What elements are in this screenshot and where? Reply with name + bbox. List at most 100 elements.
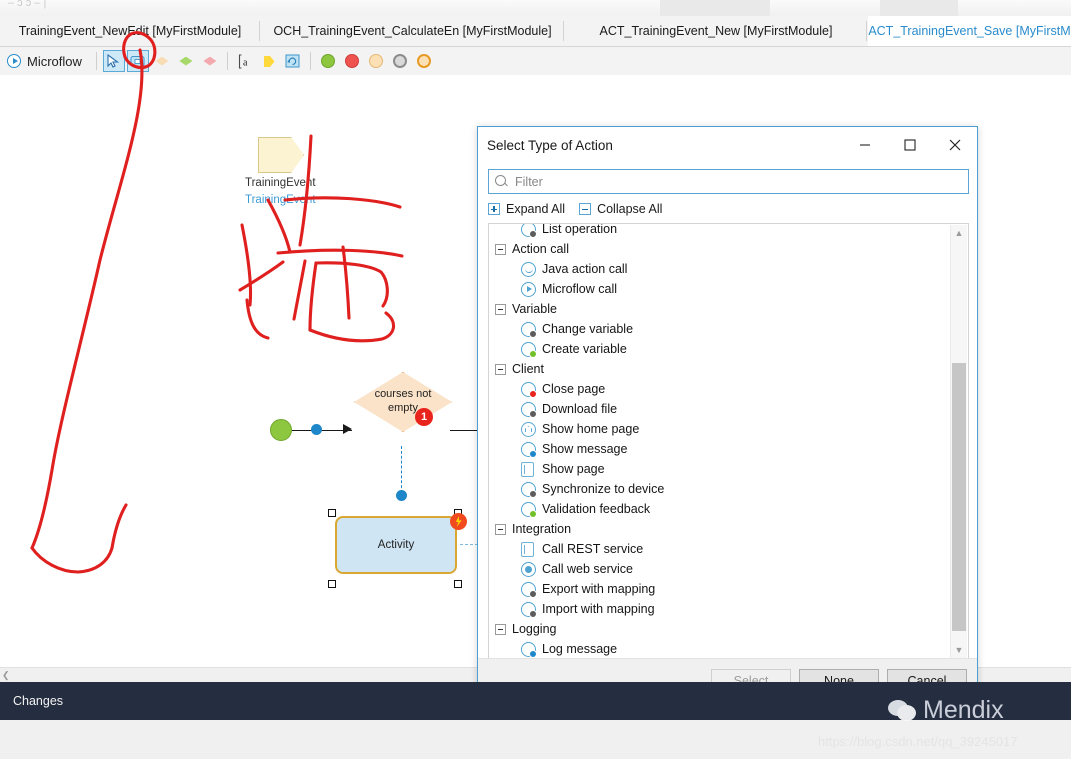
tree-item-download-file[interactable]: Download file	[489, 399, 951, 419]
flow-line-decision-right	[450, 430, 477, 431]
tab-separator	[563, 21, 564, 41]
chrome-ghost-box-a	[660, 0, 770, 16]
tab-label: OCH_TrainingEvent_CalculateEn [MyFirstMo…	[273, 24, 551, 38]
tree-vertical-scrollbar[interactable]: ▲ ▼	[950, 225, 967, 658]
scroll-left-arrow-icon[interactable]: ❮	[2, 670, 10, 681]
expand-collapse-bar: Expand All Collapse All	[488, 199, 670, 219]
end-event-icon[interactable]	[389, 50, 411, 72]
tab-act-trainingevent-new[interactable]: ACT_TrainingEvent_New [MyFirstModule]	[565, 16, 867, 46]
decision-error-badge[interactable]: 1	[415, 408, 433, 426]
annotation-tool-icon[interactable]: a	[234, 50, 256, 72]
microflow-call-icon	[521, 282, 536, 297]
tree-item-log-message[interactable]: Log message	[489, 639, 951, 659]
sequence-flow-handle[interactable]	[311, 424, 322, 435]
tree-item-label: Download file	[542, 402, 617, 416]
create-variable-icon	[521, 342, 536, 357]
tree-item-label: Call web service	[542, 562, 633, 576]
start-event-icon[interactable]	[317, 50, 339, 72]
tree-item-microflow-call[interactable]: Microflow call	[489, 279, 951, 299]
close-icon	[949, 139, 961, 151]
selection-handle-bl[interactable]	[328, 580, 336, 588]
tree-item-export-with-mapping[interactable]: Export with mapping	[489, 579, 951, 599]
app-window: – ɔ ɔ – | TrainingEvent_NewEdit [MyFirst…	[0, 0, 1071, 759]
tree-item-show-page[interactable]: Show page	[489, 459, 951, 479]
tab-trainingevent-newedit[interactable]: TrainingEvent_NewEdit [MyFirstModule]	[0, 16, 260, 46]
tree-group-logging[interactable]: Logging	[489, 619, 951, 639]
tree-item-label: List operation	[542, 223, 617, 236]
collapse-toggle-icon[interactable]	[495, 624, 506, 635]
tree-group-action-call[interactable]: Action call	[489, 239, 951, 259]
start-event-node[interactable]	[270, 419, 292, 441]
decision-node[interactable]: courses notempty	[354, 372, 452, 432]
minimize-button[interactable]	[842, 127, 887, 163]
parameter-shape[interactable]	[258, 137, 304, 173]
tree-item-create-variable[interactable]: Create variable	[489, 339, 951, 359]
tree-item-label: Log message	[542, 642, 617, 656]
tree-item-change-variable[interactable]: Change variable	[489, 319, 951, 339]
selection-handle-br[interactable]	[454, 580, 462, 588]
loop-box-tool-icon[interactable]	[282, 50, 304, 72]
tree-group-client[interactable]: Client	[489, 359, 951, 379]
collapse-toggle-icon[interactable]	[495, 364, 506, 375]
pointer-tool-icon[interactable]	[103, 50, 125, 72]
close-button[interactable]	[932, 127, 977, 163]
activity-warning-icon[interactable]	[450, 513, 467, 530]
tree-item-close-page[interactable]: Close page	[489, 379, 951, 399]
scroll-up-arrow-icon[interactable]: ▲	[951, 225, 967, 241]
start-event-glyph	[321, 54, 335, 68]
tree-item-show-message[interactable]: Show message	[489, 439, 951, 459]
loop-tool-icon[interactable]	[199, 50, 221, 72]
merge-tool-icon[interactable]	[175, 50, 197, 72]
chrome-ghost-box-b	[880, 0, 958, 16]
tree-item-call-rest-service[interactable]: Call REST service	[489, 539, 951, 559]
activity-node[interactable]: Activity	[335, 516, 457, 574]
tree-item-label: Show home page	[542, 422, 639, 436]
tree-group-integration[interactable]: Integration	[489, 519, 951, 539]
tree-group-label: Integration	[512, 522, 571, 536]
show-home-page-icon	[521, 422, 536, 437]
expand-all-label[interactable]: Expand All	[506, 202, 565, 216]
parameter-tool-icon[interactable]	[258, 50, 280, 72]
tab-act-trainingevent-save[interactable]: ACT_TrainingEvent_Save [MyFirstM	[868, 16, 1071, 46]
action-type-tree[interactable]: List operation Action call Java action c…	[488, 223, 969, 660]
filter-input[interactable]	[488, 169, 969, 194]
tree-item-synchronize-to-device[interactable]: Synchronize to device	[489, 479, 951, 499]
microflow-editor-label: Microflow	[7, 54, 82, 69]
microflow-icon	[7, 54, 21, 68]
tab-och-trainingevent-calculateen[interactable]: OCH_TrainingEvent_CalculateEn [MyFirstMo…	[261, 16, 564, 46]
expand-all-icon[interactable]	[488, 203, 500, 215]
tree-item-validation-feedback[interactable]: Validation feedback	[489, 499, 951, 519]
tree-item-label: Import with mapping	[542, 602, 655, 616]
collapse-all-icon[interactable]	[579, 203, 591, 215]
continue-event-icon[interactable]	[365, 50, 387, 72]
watermark-url: https://blog.csdn.net/qq_39245017	[818, 734, 1018, 749]
dialog-title-bar[interactable]: Select Type of Action	[478, 127, 977, 163]
tree-item-list-operation[interactable]: List operation	[489, 223, 951, 239]
error-event-icon[interactable]	[341, 50, 363, 72]
tree-item-java-action-call[interactable]: Java action call	[489, 259, 951, 279]
watermark-brand-text: Mendix	[923, 696, 1004, 725]
chrome-ghost-text-left: – ɔ ɔ – |	[8, 0, 46, 9]
break-event-icon[interactable]	[413, 50, 435, 72]
collapse-toggle-icon[interactable]	[495, 244, 506, 255]
selection-handle-tl[interactable]	[328, 509, 336, 517]
tree-item-show-home-page[interactable]: Show home page	[489, 419, 951, 439]
maximize-button[interactable]	[887, 127, 932, 163]
activity-tool-icon[interactable]	[127, 50, 149, 72]
filter-field-wrapper	[488, 169, 969, 194]
tree-item-label: Java action call	[542, 262, 627, 276]
collapse-toggle-icon[interactable]	[495, 304, 506, 315]
tree-item-import-with-mapping[interactable]: Import with mapping	[489, 599, 951, 619]
annotation-glyph: a	[238, 54, 252, 69]
collapse-toggle-icon[interactable]	[495, 524, 506, 535]
decision-tool-icon[interactable]	[151, 50, 173, 72]
mendix-watermark: Mendix	[888, 696, 1004, 725]
call-web-service-icon	[521, 562, 536, 577]
dashed-flow-handle[interactable]	[396, 490, 407, 501]
tree-item-call-web-service[interactable]: Call web service	[489, 559, 951, 579]
scrollbar-thumb[interactable]	[952, 363, 966, 631]
scroll-down-arrow-icon[interactable]: ▼	[951, 642, 967, 658]
minimize-icon	[859, 139, 871, 151]
collapse-all-label[interactable]: Collapse All	[597, 202, 662, 216]
tree-group-variable[interactable]: Variable	[489, 299, 951, 319]
